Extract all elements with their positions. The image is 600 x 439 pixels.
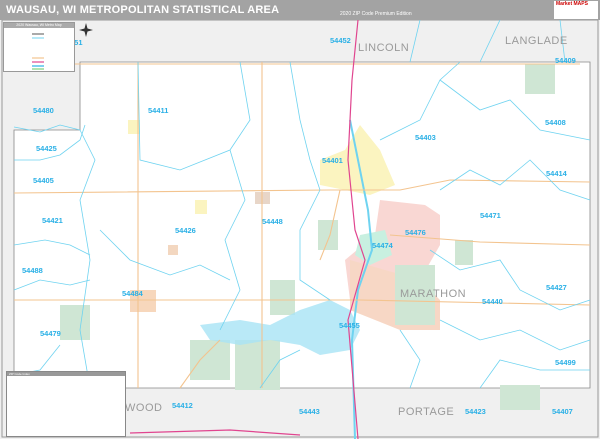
zip-label: 54412 xyxy=(172,401,193,410)
zip-label: 54407 xyxy=(552,407,573,416)
zip-label: 54411 xyxy=(148,106,168,115)
legend-swatches xyxy=(32,33,44,70)
zip-label: 54414 xyxy=(546,169,568,178)
zip-label: 54425 xyxy=(36,144,57,153)
zip-label: 54409 xyxy=(555,56,576,65)
county-label: LINCOLN xyxy=(358,42,409,54)
edition-label: 2020 ZIP Code Premium Edition xyxy=(340,11,412,17)
zip-label: 54488 xyxy=(22,266,43,275)
zip-label: 54440 xyxy=(482,297,503,306)
zip-label: 54421 xyxy=(42,216,63,225)
zip-label: 54448 xyxy=(262,217,283,226)
zip-label: 54405 xyxy=(33,176,54,185)
zip-label: 54452 xyxy=(330,36,351,45)
zip-label: 54423 xyxy=(465,407,486,416)
zip-label: 54474 xyxy=(372,241,394,250)
zip-label: 54484 xyxy=(122,289,144,298)
title-bar: WAUSAU, WI METROPOLITAN STATISTICAL AREA… xyxy=(0,0,600,20)
county-label: MARATHON xyxy=(400,288,466,300)
zip-code-index-table: ZIP Code Index xyxy=(6,371,126,437)
county-label: LANGLADE xyxy=(505,35,568,47)
zip-label: 54426 xyxy=(175,226,196,235)
zip-label: 54443 xyxy=(299,407,320,416)
map-title: WAUSAU, WI METROPOLITAN STATISTICAL AREA xyxy=(6,4,280,16)
zip-label: 54401 xyxy=(322,156,343,165)
zip-table-title: ZIP Code Index xyxy=(7,372,125,376)
zip-label: 54479 xyxy=(40,329,61,338)
zip-label: 54403 xyxy=(415,133,436,142)
zip-label: 54455 xyxy=(339,321,360,330)
zip-label: 54408 xyxy=(545,118,566,127)
zip-label: 54480 xyxy=(33,106,54,115)
county-label: WOOD xyxy=(125,402,162,414)
county-label: PORTAGE xyxy=(398,406,454,418)
brand-logo: Market MAPS xyxy=(554,1,598,19)
zip-label: 54499 xyxy=(555,358,576,367)
zip-label: 54427 xyxy=(546,283,567,292)
zip-label: 54471 xyxy=(480,211,501,220)
zip-label: 54476 xyxy=(405,228,426,237)
map-legend: 2020 Wausau, WI Metro Map xyxy=(3,22,75,72)
